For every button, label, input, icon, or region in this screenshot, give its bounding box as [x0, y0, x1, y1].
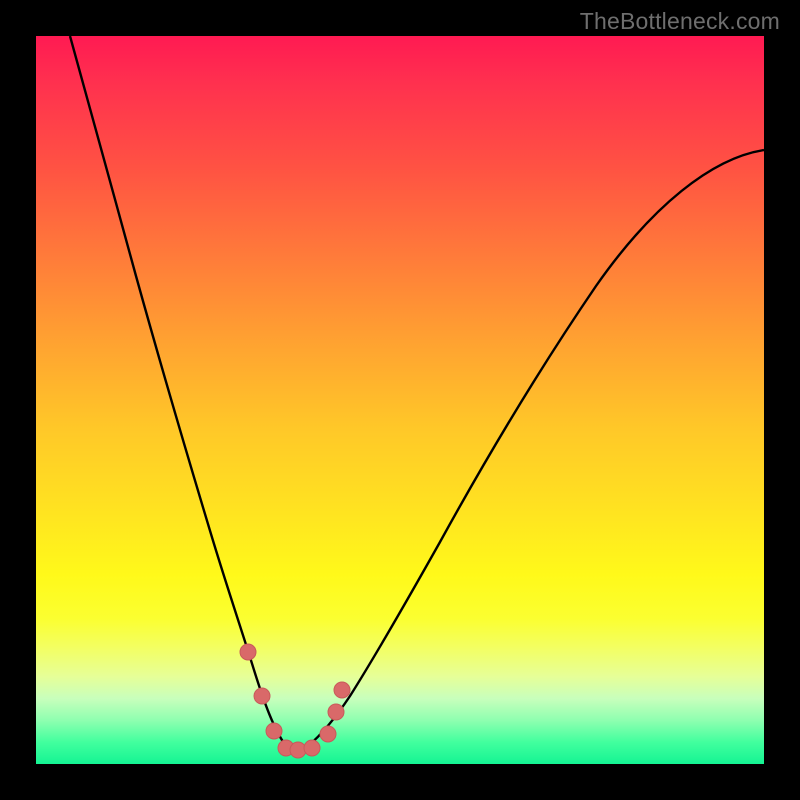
marker-dot	[254, 688, 270, 704]
marker-dot	[290, 742, 306, 758]
watermark-text: TheBottleneck.com	[580, 8, 780, 35]
marker-group	[240, 644, 350, 758]
marker-dot	[304, 740, 320, 756]
marker-dot	[240, 644, 256, 660]
chart-frame: TheBottleneck.com	[0, 0, 800, 800]
marker-dot	[328, 704, 344, 720]
plot-area	[36, 36, 764, 764]
marker-dot	[266, 723, 282, 739]
marker-dot	[334, 682, 350, 698]
bottleneck-curve-path	[70, 36, 764, 751]
marker-dot	[320, 726, 336, 742]
curve-layer	[36, 36, 764, 764]
